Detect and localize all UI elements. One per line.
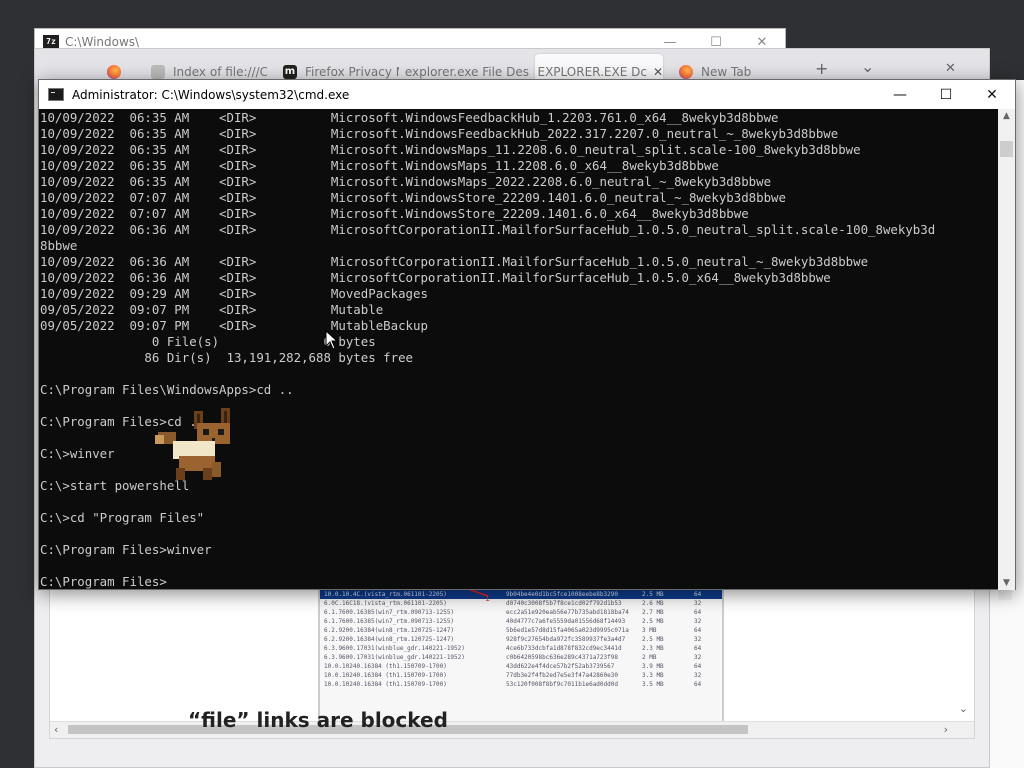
console-line: 10/09/2022 06:35 AM <DIR> Microsoft.Wind… [40, 110, 779, 125]
cmd-window[interactable]: Administrator: C:\Windows\system32\cmd.e… [38, 79, 1016, 590]
new-tab-button[interactable]: + [815, 59, 828, 78]
page-heading: “file” links are blocked [188, 708, 448, 732]
firefox-icon [679, 65, 693, 79]
cmd-scroll-thumb[interactable] [1000, 141, 1013, 157]
cmd-maximize-button[interactable]: ☐ [923, 80, 969, 109]
list-item: 6.2.9200.16384(win8_rtm.120725-1247) 928f… [324, 636, 702, 643]
console-line: 10/09/2022 06:36 AM <DIR> MicrosoftCorpo… [40, 254, 869, 269]
file-index-icon [151, 65, 165, 79]
console-line: 86 Dir(s) 13,191,282,688 bytes free [40, 350, 413, 365]
firefox-icon [107, 65, 121, 79]
cmd-window-title: Administrator: C:\Windows\system32\cmd.e… [72, 87, 350, 102]
7zip-icon: 7z [43, 35, 59, 49]
zip-window-title: C:\Windows\ [65, 35, 140, 49]
list-item: 10.0.10240.16384 (th1.150709-1700) 53c120… [324, 681, 702, 688]
scroll-down-arrow[interactable]: ▼ [998, 578, 1015, 588]
console-line: 10/09/2022 09:29 AM <DIR> MovedPackages [40, 286, 428, 301]
list-item-selected: 10.0.10.4C.(vista_rtm.061101-2205) 9b04be… [320, 590, 722, 599]
console-line: C:\Program Files>winver [40, 542, 212, 557]
list-item: 10.0.10240.16384 (th1.150709-1700) 77db3e… [324, 672, 702, 679]
tab-label: Firefox Privacy N [305, 65, 399, 79]
mouse-pointer-icon [325, 330, 339, 350]
console-line: 10/09/2022 06:35 AM <DIR> Microsoft.Wind… [40, 126, 839, 141]
mozilla-icon: m [283, 65, 297, 79]
console-line: C:\Program Files\WindowsApps>cd .. [40, 382, 294, 397]
list-item: 6.3.9600.17031(winblue_gdr.140221-1952) 4… [324, 645, 702, 652]
cmd-minimize-button[interactable]: — [877, 80, 923, 109]
tab-label: New Tab [701, 65, 752, 79]
scroll-right-arrow[interactable]: › [944, 723, 948, 736]
tab-label: EXPLORER.EXE Dc [537, 65, 647, 79]
list-item: 10.0.10240.16384 (th1.150709-1700) 43dd62… [324, 663, 702, 670]
vertical-scroll-down-arrow[interactable]: ⌄ [959, 702, 968, 715]
tab-close-icon[interactable]: ✕ [653, 65, 663, 79]
tab-label: Index of file:///C [173, 65, 267, 79]
console-line: 0 File(s) 0 bytes [40, 334, 376, 349]
list-item: 6.1.7600.16385(win7_rtm.090713-1255) ecc2… [324, 609, 702, 616]
console-line: 10/09/2022 07:07 AM <DIR> Microsoft.Wind… [40, 206, 749, 221]
tab-label: explorer.exe File Des [404, 65, 529, 79]
console-line: 10/09/2022 06:35 AM <DIR> Microsoft.Wind… [40, 142, 861, 157]
console-line: 10/09/2022 06:36 AM <DIR> MicrosoftCorpo… [40, 222, 936, 237]
console-line: 10/09/2022 06:35 AM <DIR> Microsoft.Wind… [40, 158, 719, 173]
cmd-title-bar[interactable]: Administrator: C:\Windows\system32\cmd.e… [39, 80, 1015, 109]
console-line: 09/05/2022 09:07 PM <DIR> MutableBackup [40, 318, 428, 333]
console-line: 10/09/2022 07:07 AM <DIR> Microsoft.Wind… [40, 190, 786, 205]
list-item: 6.1.7600.16385(win7_rtm.090713-1255) 40d4… [324, 618, 702, 625]
browser-close-button[interactable]: ✕ [945, 61, 956, 76]
list-all-tabs-button[interactable]: ⌄ [861, 57, 874, 76]
cmd-close-button[interactable]: ✕ [969, 80, 1015, 109]
console-line: 10/09/2022 06:35 AM <DIR> Microsoft.Wind… [40, 174, 772, 189]
cmd-vertical-scrollbar[interactable]: ▲ ▼ [998, 109, 1015, 590]
console-line: C:\>cd "Program Files" [40, 510, 205, 525]
console-line: C:\Program Files> [40, 574, 167, 589]
list-item: 6.3.9600.17031(winblue_gdr.140221-1952) c… [324, 654, 702, 661]
eevee-sprite-icon [155, 408, 230, 480]
console-output[interactable]: 10/09/2022 06:35 AM <DIR> Microsoft.Wind… [39, 109, 999, 591]
scroll-up-arrow[interactable]: ▲ [998, 111, 1015, 121]
scroll-left-arrow[interactable]: ‹ [54, 723, 58, 736]
console-line: 8bbwe [40, 238, 78, 253]
list-item: 6.0C.16C18.(vista_rtm.061101-2205) d0740c… [324, 600, 702, 607]
console-line: 09/05/2022 09:07 PM <DIR> Mutable [40, 302, 384, 317]
annotation-number: 1 [485, 594, 491, 603]
cmd-window-controls: — ☐ ✕ [877, 80, 1015, 109]
list-item: 6.2.9200.16384(win8_rtm.120725-1247) 5b6e… [324, 627, 702, 634]
console-line: 10/09/2022 06:36 AM <DIR> MicrosoftCorpo… [40, 270, 831, 285]
cmd-icon [48, 88, 64, 101]
